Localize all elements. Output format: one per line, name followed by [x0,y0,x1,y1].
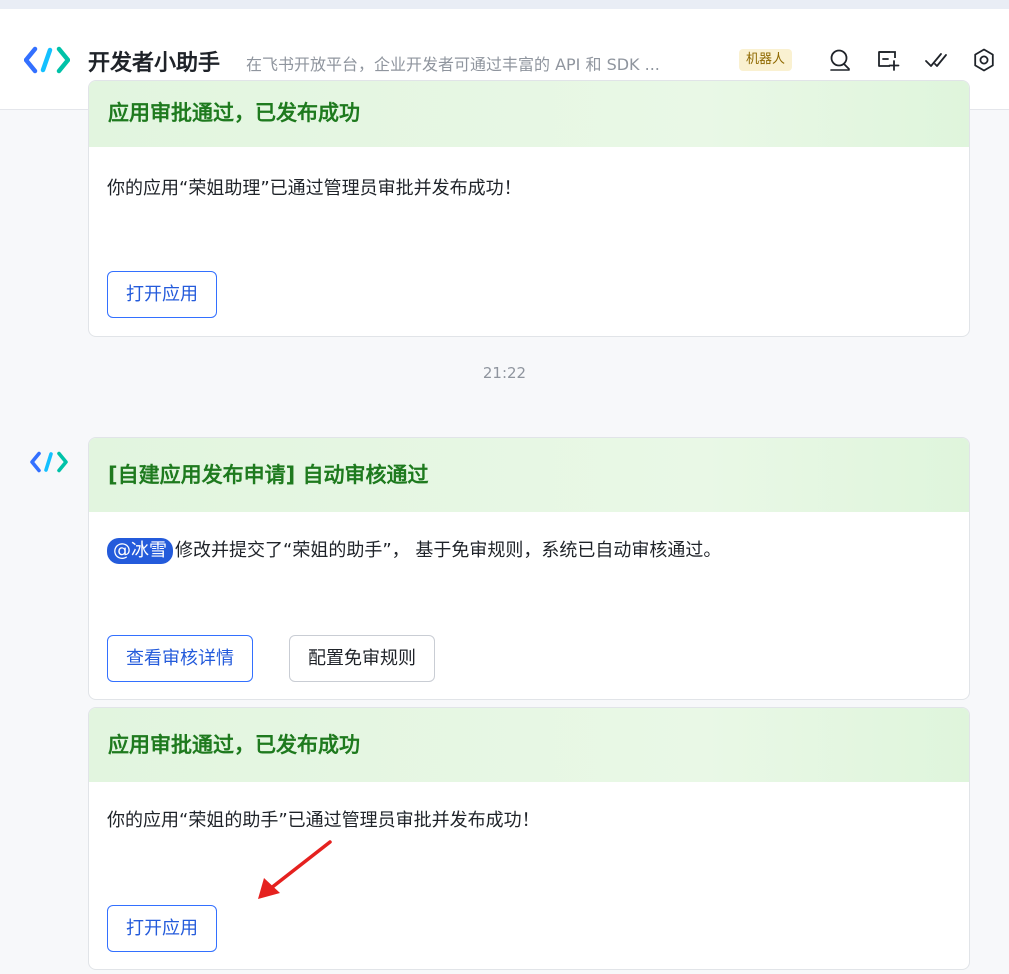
message-card-auto-review: [自建应用发布申请] 自动审核通过 @冰雪 修改并提交了“荣姐的助手”， 基于免审… [88,437,970,700]
bot-logo-icon [23,46,71,74]
window-top-strip [0,0,1009,9]
chat-title: 开发者小助手 [88,51,221,76]
search-icon[interactable] [827,47,853,73]
settings-icon[interactable] [971,47,997,73]
card-text: 你的应用“荣姐助理”已通过管理员审批并发布成功！ [107,178,522,199]
check-icon[interactable] [923,47,949,73]
annotation-arrow-icon [258,840,332,899]
chat-description[interactable]: 在飞书开放平台，企业开发者可通过丰富的 API 和 SDK ... [246,51,660,75]
open-app-button[interactable]: 打开应用 [107,271,217,318]
configure-exemption-rules-button[interactable]: 配置免审规则 [289,635,435,682]
card-text: 修改并提交了“荣姐的助手”， 基于免审规则，系统已自动审核通过。 [175,540,722,561]
bot-badge: 机器人 [739,49,793,71]
view-review-details-button[interactable]: 查看审核详情 [107,635,253,682]
user-mention[interactable]: @冰雪 [107,538,173,564]
message-timestamp: 21:22 [482,364,527,382]
add-chat-icon[interactable] [875,47,901,73]
sender-avatar-icon[interactable] [30,451,68,473]
message-card-approved-2: 应用审批通过，已发布成功 你的应用“荣姐的助手”已通过管理员审批并发布成功！ 打… [88,707,970,970]
card-text-row: @冰雪 修改并提交了“荣姐的助手”， 基于免审规则，系统已自动审核通过。 [107,536,721,564]
card-header: [自建应用发布申请] 自动审核通过 [89,438,969,512]
card-header: 应用审批通过，已发布成功 [89,81,969,147]
card-header: 应用审批通过，已发布成功 [89,708,969,782]
message-card-approved-1: 应用审批通过，已发布成功 你的应用“荣姐助理”已通过管理员审批并发布成功！ 打开… [88,80,970,337]
open-app-button[interactable]: 打开应用 [107,905,217,952]
card-text: 你的应用“荣姐的助手”已通过管理员审批并发布成功！ [107,810,540,831]
